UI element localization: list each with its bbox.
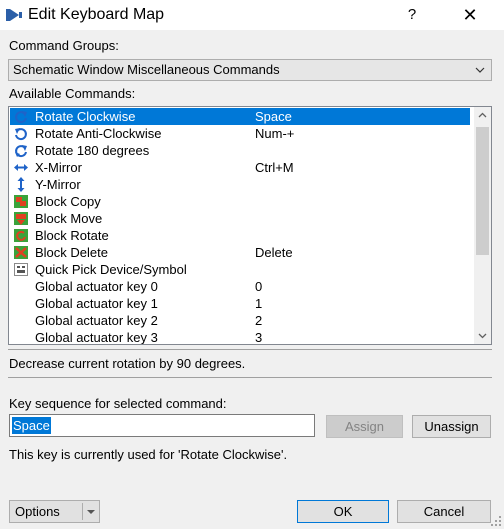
app-logo-icon — [6, 9, 22, 21]
edit-keyboard-map-dialog: Edit Keyboard Map ? ✕ Command Groups: Sc… — [0, 0, 504, 529]
command-key: 1 — [255, 296, 263, 311]
command-name: Rotate Anti-Clockwise — [35, 126, 162, 141]
command-name: X-Mirror — [35, 160, 82, 175]
command-key: Num-+ — [255, 126, 295, 141]
command-name: Global actuator key 1 — [35, 296, 158, 311]
command-name: Y-Mirror — [35, 177, 81, 192]
quick-pick-icon — [14, 263, 28, 276]
command-row[interactable]: Global actuator key 3 3 — [10, 329, 470, 345]
command-groups-select[interactable]: Schematic Window Miscellaneous Commands — [8, 59, 492, 81]
command-description-panel: Decrease current rotation by 90 degrees. — [8, 349, 492, 378]
ok-button[interactable]: OK — [297, 500, 389, 523]
assign-button[interactable]: Assign — [326, 415, 403, 438]
command-description: Decrease current rotation by 90 degrees. — [9, 356, 246, 371]
command-key: 3 — [255, 330, 263, 345]
command-name: Rotate 180 degrees — [35, 143, 150, 158]
scroll-down-icon[interactable] — [474, 327, 491, 344]
title-bar[interactable]: Edit Keyboard Map ? ✕ — [0, 0, 504, 30]
scroll-thumb[interactable] — [476, 127, 489, 255]
window-title: Edit Keyboard Map — [28, 6, 165, 23]
block-delete-icon — [14, 246, 28, 259]
chevron-down-icon — [475, 67, 485, 73]
command-name: Block Copy — [35, 194, 101, 209]
command-row[interactable]: Block Rotate — [10, 227, 470, 244]
list-scrollbar[interactable] — [474, 107, 491, 344]
key-usage-text: This key is currently used for 'Rotate C… — [9, 447, 288, 462]
block-copy-icon — [14, 195, 28, 208]
command-row[interactable]: Global actuator key 2 2 — [10, 312, 470, 329]
command-name: Block Move — [35, 211, 103, 226]
key-sequence-value: Space — [12, 417, 51, 434]
command-row[interactable]: Block Copy — [10, 193, 470, 210]
command-row[interactable]: Quick Pick Device/Symbol — [10, 261, 470, 278]
close-button[interactable]: ✕ — [452, 0, 488, 30]
command-row[interactable]: X-Mirror Ctrl+M — [10, 159, 470, 176]
command-row[interactable]: Rotate Anti-Clockwise Num-+ — [10, 125, 470, 142]
options-button[interactable]: Options — [9, 500, 100, 523]
command-row[interactable]: Block Delete Delete — [10, 244, 470, 261]
cancel-button[interactable]: Cancel — [397, 500, 491, 523]
block-move-icon — [14, 212, 28, 225]
x-mirror-icon — [14, 164, 28, 171]
command-row[interactable]: Rotate Clockwise Space — [10, 108, 470, 125]
command-row[interactable]: Global actuator key 0 0 — [10, 278, 470, 295]
block-rotate-icon — [14, 229, 28, 242]
available-commands-label: Available Commands: — [9, 86, 136, 101]
available-commands-list[interactable]: Rotate Clockwise Space Rotate Anti-Clockwi… — [8, 106, 492, 345]
resize-grip-icon[interactable] — [490, 515, 502, 527]
command-row[interactable]: Global actuator key 1 1 — [10, 295, 470, 312]
command-row[interactable]: Y-Mirror — [10, 176, 470, 193]
options-label: Options — [15, 504, 60, 519]
command-name: Rotate Clockwise — [35, 109, 136, 124]
scroll-up-icon[interactable] — [474, 107, 491, 124]
key-sequence-label: Key sequence for selected command: — [9, 396, 227, 411]
help-button[interactable]: ? — [398, 0, 426, 30]
command-name: Block Delete — [35, 245, 108, 260]
command-name: Quick Pick Device/Symbol — [35, 262, 187, 277]
rotate-anticlockwise-icon — [15, 128, 27, 141]
command-name: Global actuator key 3 — [35, 330, 158, 345]
command-name: Global actuator key 0 — [35, 279, 158, 294]
command-groups-value: Schematic Window Miscellaneous Commands — [13, 62, 280, 77]
command-key: Space — [255, 109, 292, 124]
command-name: Block Rotate — [35, 228, 109, 243]
command-key: 2 — [255, 313, 263, 328]
command-key: Delete — [255, 245, 293, 260]
command-key: Ctrl+M — [255, 160, 294, 175]
key-sequence-input[interactable]: Space — [9, 414, 315, 437]
y-mirror-icon — [17, 177, 25, 192]
rotate-180-icon — [15, 145, 27, 158]
command-row[interactable]: Block Move — [10, 210, 470, 227]
command-row[interactable]: Rotate 180 degrees — [10, 142, 470, 159]
dropdown-arrow-icon — [87, 510, 95, 514]
unassign-button[interactable]: Unassign — [412, 415, 491, 438]
rotate-clockwise-icon — [15, 111, 27, 124]
options-divider — [82, 503, 83, 520]
command-groups-label: Command Groups: — [9, 38, 119, 53]
command-key: 0 — [255, 279, 263, 294]
command-name: Global actuator key 2 — [35, 313, 158, 328]
